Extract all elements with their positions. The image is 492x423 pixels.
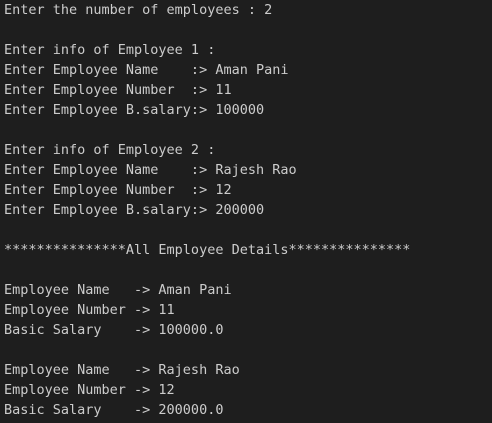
employee-1-number-input: Enter Employee Number :> 11 [4,82,232,98]
employee-2-name-input: Enter Employee Name :> Rajesh Rao [4,162,297,178]
employee-1-info-heading: Enter info of Employee 1 : [4,42,216,58]
details-heading: ***************All Employee Details*****… [4,242,411,258]
employee-2-salary-output: Basic Salary -> 200000.0 [4,402,224,418]
terminal-output[interactable]: Enter the number of employees : 2 Enter … [0,0,492,423]
employee-2-info-heading: Enter info of Employee 2 : [4,142,216,158]
employee-2-salary-input: Enter Employee B.salary:> 200000 [4,202,265,218]
employee-1-salary-output: Basic Salary -> 100000.0 [4,322,224,338]
employee-2-name-output: Employee Name -> Rajesh Rao [4,362,240,378]
employee-1-salary-input: Enter Employee B.salary:> 100000 [4,102,265,118]
employee-1-number-output: Employee Number -> 11 [4,302,175,318]
employee-1-name-input: Enter Employee Name :> Aman Pani [4,62,289,78]
employee-2-number-input: Enter Employee Number :> 12 [4,182,232,198]
employee-1-name-output: Employee Name -> Aman Pani [4,282,232,298]
prompt-employee-count: Enter the number of employees : 2 [4,2,273,18]
employee-2-number-output: Employee Number -> 12 [4,382,175,398]
